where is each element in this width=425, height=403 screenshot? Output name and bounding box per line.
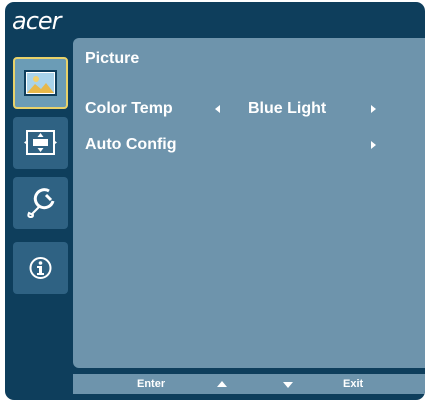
picture-icon <box>24 70 57 96</box>
up-arrow-icon[interactable] <box>217 381 227 387</box>
menu-item-color-temp[interactable]: Color Temp <box>85 100 173 118</box>
down-arrow-icon[interactable] <box>283 382 293 388</box>
menu-title: Picture <box>85 50 140 67</box>
color-temp-value: Blue Light <box>248 100 327 117</box>
left-arrow-icon[interactable] <box>215 105 220 113</box>
tab-image-position[interactable] <box>13 117 68 169</box>
menu-panel: Picture Color Temp Blue Light Auto Confi… <box>73 38 425 368</box>
image-position-icon <box>24 130 57 155</box>
info-icon <box>29 257 52 279</box>
footer-bar: Enter Exit <box>73 374 425 394</box>
menu-item-auto-config[interactable]: Auto Config <box>85 136 177 154</box>
right-arrow-icon[interactable] <box>371 105 376 113</box>
osd-menu: acer Picture Color Temp Blue Light Auto … <box>5 2 425 400</box>
enter-button[interactable]: Enter <box>137 377 165 391</box>
tab-picture[interactable] <box>13 57 68 109</box>
tab-settings[interactable] <box>13 177 68 229</box>
acer-logo: acer <box>12 7 62 35</box>
exit-button[interactable]: Exit <box>343 377 363 391</box>
right-arrow-icon[interactable] <box>371 141 376 149</box>
tab-information[interactable] <box>13 242 68 294</box>
settings-icon <box>27 188 55 219</box>
